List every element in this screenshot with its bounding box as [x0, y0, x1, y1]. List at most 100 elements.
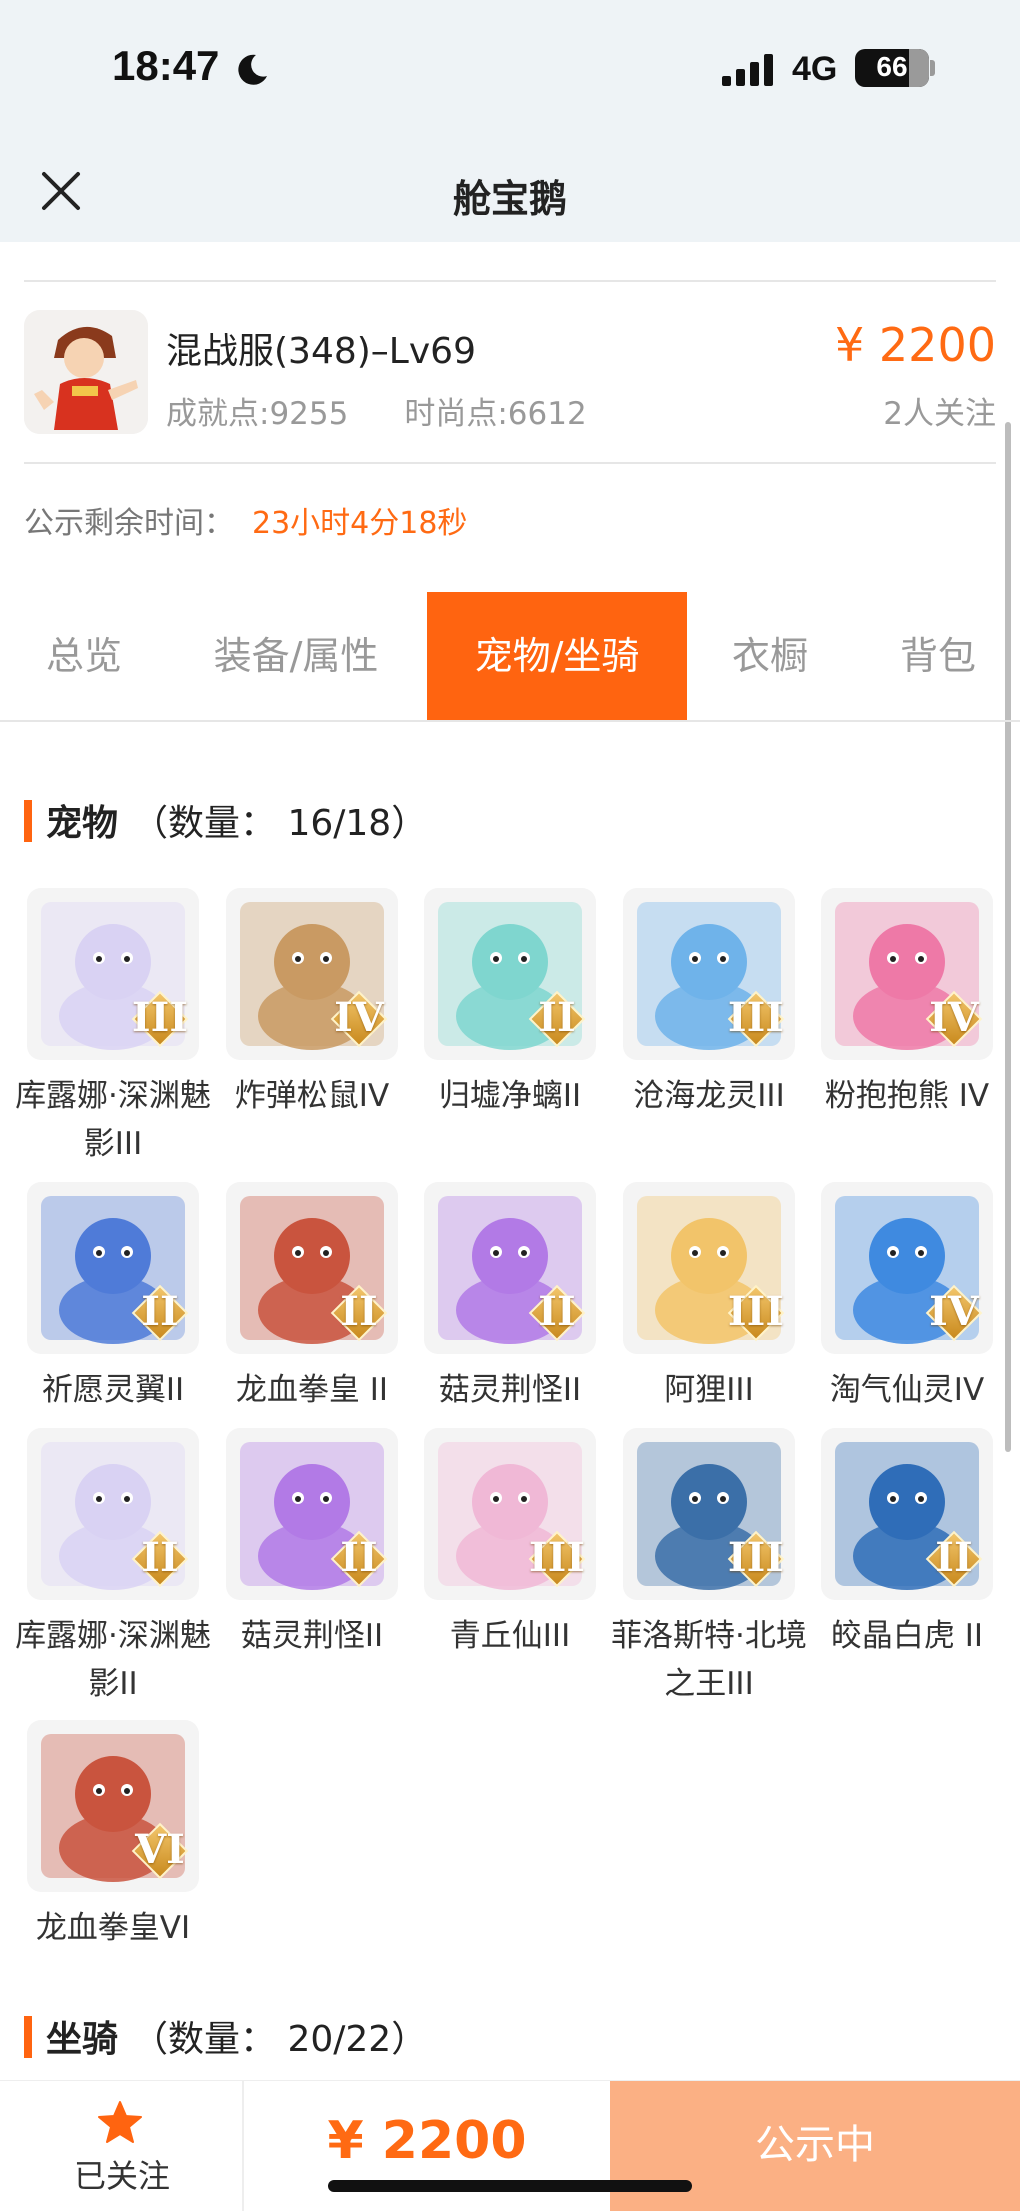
tier-label: IV [929, 994, 979, 1041]
pet-image: III [623, 1182, 795, 1354]
tier-label: II [141, 1288, 179, 1335]
tier-badge: IV [330, 990, 388, 1048]
achievement-points: 成就点:9255 [166, 396, 349, 432]
tab-equipment[interactable]: 装备/属性 [168, 592, 424, 720]
network-label: 4G [792, 50, 838, 88]
tab-bar: 总览 装备/属性 宠物/坐骑 衣橱 背包 [0, 592, 1020, 722]
scrollbar[interactable] [1005, 422, 1011, 1452]
follow-button[interactable]: 已关注 [0, 2081, 244, 2211]
pet-name: 祈愿灵翼II [41, 1372, 185, 1408]
section-marker [24, 2016, 32, 2058]
status-time: 18:47 [112, 42, 220, 89]
pet-name: 沧海龙灵III [633, 1078, 785, 1114]
pet-image: III [27, 888, 199, 1060]
mounts-section-count: （数量： 20/22） [132, 2019, 428, 2060]
divider [24, 462, 996, 464]
pet-image: II [27, 1182, 199, 1354]
tier-badge: III [727, 1284, 785, 1342]
tier-label: II [340, 1288, 378, 1335]
bottom-price: ¥ 2200 [327, 2111, 527, 2171]
tier-badge: II [528, 990, 586, 1048]
home-indicator [328, 2180, 692, 2192]
pet-name: 阿狸III [664, 1372, 754, 1408]
tier-badge: IV [925, 1284, 983, 1342]
pet-name: 库露娜·深渊魅影II [15, 1618, 211, 1702]
tab-pets-mounts[interactable]: 宠物/坐骑 [427, 592, 687, 720]
tier-label: III [528, 1534, 586, 1581]
tier-badge: III [131, 990, 189, 1048]
pet-image: III [623, 888, 795, 1060]
tab-backpack[interactable]: 背包 [856, 592, 1020, 720]
pet-image: III [424, 1428, 596, 1600]
status-bar: 18:47 4G 66 [0, 0, 1020, 140]
tier-label: II [538, 1288, 576, 1335]
section-marker [24, 800, 32, 842]
tier-label: VI [135, 1826, 185, 1873]
pets-section-title: 宠物 [46, 803, 119, 844]
tier-label: II [141, 1534, 179, 1581]
tier-badge: III [727, 990, 785, 1048]
tier-badge: III [727, 1530, 785, 1588]
pet-name: 归墟净螭II [438, 1078, 582, 1114]
tier-label: III [131, 994, 189, 1041]
divider [24, 280, 996, 282]
character-stats: 成就点:9255 时尚点:6612 [166, 388, 587, 433]
notice-countdown: 23小时4分18秒 [252, 506, 468, 541]
mounts-section-title: 坐骑 [46, 2019, 119, 2060]
pet-image: II [424, 888, 596, 1060]
watcher-count: 2人关注 [883, 396, 996, 432]
tier-badge: III [528, 1530, 586, 1588]
battery-tip [930, 60, 935, 76]
follow-label: 已关注 [73, 2157, 170, 2195]
tier-badge: VI [131, 1822, 189, 1880]
pet-name: 菇灵荆怪II [438, 1372, 582, 1408]
pet-image: II [27, 1428, 199, 1600]
tier-label: IV [334, 994, 384, 1041]
pet-name: 菇灵荆怪II [240, 1618, 384, 1654]
tier-label: IV [929, 1288, 979, 1335]
tier-label: II [538, 994, 576, 1041]
pet-name: 龙血拳皇VI [35, 1910, 191, 1946]
pet-name: 菲洛斯特·北境之王III [611, 1618, 807, 1702]
item-price: ¥ 2200 [835, 318, 996, 372]
pet-name: 粉抱抱熊 IV [824, 1078, 990, 1114]
page-title: 舱宝鹅 [452, 177, 567, 221]
pet-image: II [226, 1182, 398, 1354]
fashion-points: 时尚点:6612 [404, 396, 587, 432]
character-name: 混战服(348)–Lv69 [166, 331, 476, 372]
tier-badge: II [330, 1530, 388, 1588]
pet-image: VI [27, 1720, 199, 1892]
tier-label: III [727, 1534, 785, 1581]
pet-image: IV [821, 888, 993, 1060]
tier-badge: IV [925, 990, 983, 1048]
pet-name: 皎晶白虎 II [830, 1618, 984, 1654]
pet-image: II [821, 1428, 993, 1600]
tier-label: II [340, 1534, 378, 1581]
battery-icon: 66 [855, 49, 929, 87]
battery-level: 66 [876, 51, 908, 82]
pet-name: 淘气仙灵IV [829, 1372, 985, 1408]
tier-label: II [935, 1534, 973, 1581]
tab-wardrobe[interactable]: 衣橱 [690, 592, 850, 720]
pet-image: IV [821, 1182, 993, 1354]
moon-icon [238, 54, 267, 85]
pet-image: III [623, 1428, 795, 1600]
star-icon [98, 2101, 142, 2143]
signal-icon [722, 54, 773, 86]
pet-name: 炸弹松鼠IV [234, 1078, 390, 1114]
pet-image: IV [226, 888, 398, 1060]
tier-badge: II [131, 1530, 189, 1588]
character-avatar [24, 310, 148, 434]
pet-image: II [424, 1182, 596, 1354]
pet-name: 龙血拳皇 II [235, 1372, 389, 1408]
tab-overview[interactable]: 总览 [0, 592, 168, 720]
tier-badge: II [925, 1530, 983, 1588]
tier-label: III [727, 1288, 785, 1335]
notice-label: 公示剩余时间： [24, 506, 234, 541]
tier-badge: II [330, 1284, 388, 1342]
pet-name: 库露娜·深渊魅影III [15, 1078, 211, 1162]
tier-label: III [727, 994, 785, 1041]
pet-name: 青丘仙III [449, 1618, 571, 1654]
pets-section-count: （数量： 16/18） [132, 803, 428, 844]
tier-badge: II [528, 1284, 586, 1342]
